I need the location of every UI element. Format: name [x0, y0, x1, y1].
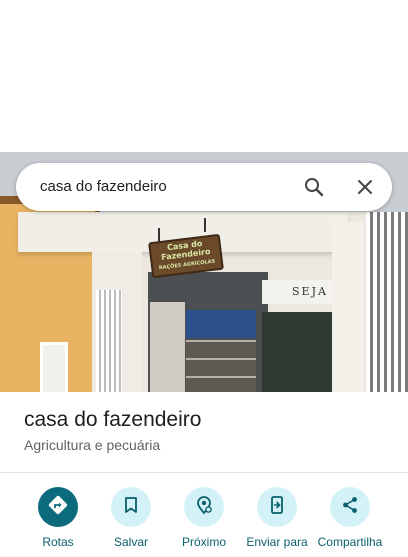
search-input[interactable]: casa do fazendeiro [40, 163, 167, 211]
map-blank-area [0, 0, 408, 152]
directions-label: Rotas [42, 535, 74, 549]
place-category: Agricultura e pecuária [24, 437, 161, 453]
nearby-label: Próximo [181, 535, 226, 549]
share-icon [340, 495, 360, 520]
directions-button[interactable]: Rotas [20, 487, 96, 557]
save-label: Salvar [113, 535, 148, 549]
directions-icon [47, 494, 69, 521]
store-sign-line3: RAÇÕES AGRÍCOLAS [158, 258, 216, 272]
search-bar[interactable]: casa do fazendeiro [16, 163, 392, 211]
send-to-phone-label: Enviar para [246, 535, 308, 549]
save-button[interactable]: Salvar [93, 487, 169, 557]
send-to-phone-icon [267, 495, 287, 520]
share-label: Compartilha [317, 535, 383, 549]
bookmark-icon [121, 495, 141, 520]
search-icon[interactable] [302, 175, 326, 199]
divider [0, 472, 408, 473]
place-title: casa do fazendeiro [24, 408, 202, 431]
share-button[interactable]: Compartilha [312, 487, 388, 557]
send-to-phone-button[interactable]: Enviar para [239, 487, 315, 557]
nearby-icon [193, 494, 215, 521]
close-icon[interactable] [353, 175, 377, 199]
nearby-button[interactable]: Próximo [166, 487, 242, 557]
